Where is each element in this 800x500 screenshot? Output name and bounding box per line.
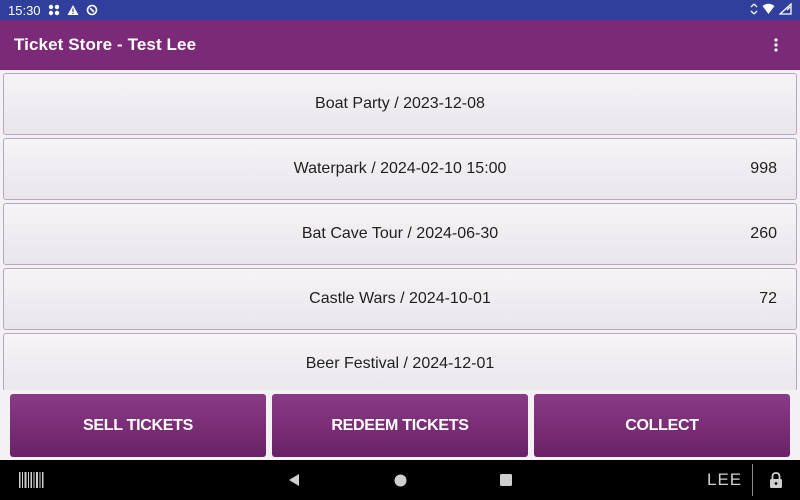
- event-label: Boat Party / 2023-12-08: [315, 95, 485, 112]
- event-label: Beer Festival / 2024-12-01: [305, 355, 495, 372]
- battery-icon: [778, 2, 792, 18]
- barcode-icon[interactable]: [18, 460, 46, 500]
- bluetooth-arrows-icon: [750, 3, 758, 18]
- sell-tickets-button[interactable]: SELL TICKETS: [10, 394, 266, 457]
- redeem-tickets-button[interactable]: REDEEM TICKETS: [272, 394, 528, 457]
- event-row-bat-cave-tour[interactable]: Bat Cave Tour / 2024-06-30 260: [3, 203, 797, 265]
- status-left: 15:30: [8, 3, 98, 18]
- event-count: 260: [750, 225, 777, 242]
- event-count: 72: [759, 290, 777, 307]
- event-label: Bat Cave Tour / 2024-06-30: [301, 225, 499, 242]
- home-icon[interactable]: [386, 460, 414, 500]
- sync-icon: [86, 4, 98, 16]
- more-vert-icon[interactable]: [766, 30, 786, 60]
- current-user-label: LEE: [707, 470, 743, 489]
- event-row-beer-festival[interactable]: Beer Festival / 2024-12-01: [3, 333, 797, 390]
- nav-divider: [752, 464, 753, 496]
- navigation-bar: LEE: [0, 460, 800, 500]
- status-right: [750, 2, 792, 18]
- back-icon[interactable]: [280, 460, 308, 500]
- collect-button[interactable]: COLLECT: [534, 394, 790, 457]
- recents-icon[interactable]: [492, 460, 520, 500]
- lock-icon[interactable]: [764, 460, 788, 500]
- event-label: Castle Wars / 2024-10-01: [309, 290, 491, 307]
- warning-icon: [67, 4, 79, 16]
- status-time: 15:30: [8, 2, 41, 18]
- app-title: Ticket Store - Test Lee: [14, 35, 197, 54]
- app-bar: Ticket Store - Test Lee: [0, 20, 800, 70]
- action-button-bar: SELL TICKETS REDEEM TICKETS COLLECT: [0, 390, 800, 460]
- wifi-icon: [762, 3, 775, 17]
- event-row-boat-party[interactable]: Boat Party / 2023-12-08: [3, 73, 797, 135]
- event-row-castle-wars[interactable]: Castle Wars / 2024-10-01 72: [3, 268, 797, 330]
- event-row-waterpark[interactable]: Waterpark / 2024-02-10 15:00 998: [3, 138, 797, 200]
- apps-icon: [48, 4, 60, 16]
- event-label: Waterpark / 2024-02-10 15:00: [293, 160, 507, 177]
- event-list[interactable]: Boat Party / 2023-12-08 Waterpark / 2024…: [0, 70, 800, 390]
- event-count: 998: [750, 160, 777, 177]
- status-bar: 15:30: [0, 0, 800, 20]
